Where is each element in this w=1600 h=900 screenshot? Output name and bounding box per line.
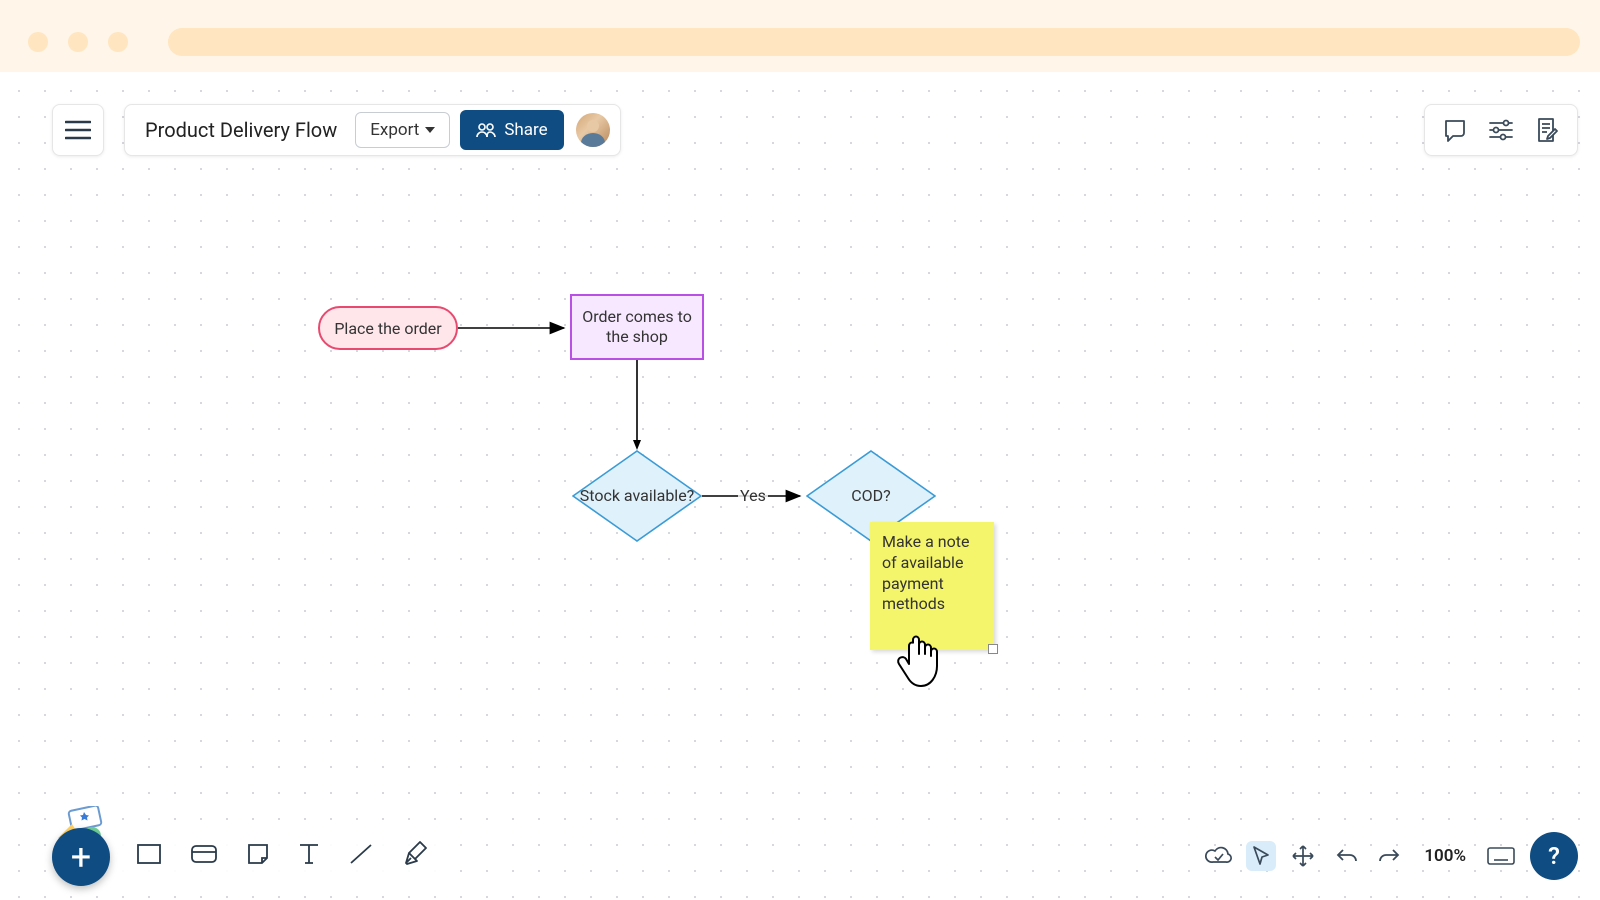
- keyboard-button[interactable]: [1486, 841, 1516, 871]
- node-label: Order comes to the shop: [582, 307, 692, 347]
- line-icon: [348, 842, 374, 866]
- cloud-check-icon: [1205, 846, 1233, 866]
- rectangle-icon: [136, 843, 162, 865]
- decision-node-stock[interactable]: Stock available?: [572, 450, 702, 542]
- pan-tool[interactable]: [1288, 841, 1318, 871]
- node-label: Place the order: [334, 319, 441, 338]
- window-controls: [28, 32, 128, 52]
- top-right-toolbar: [1424, 104, 1578, 156]
- plus-icon: +: [71, 836, 91, 878]
- url-bar: [168, 28, 1580, 56]
- pen-tool[interactable]: [402, 841, 428, 871]
- node-label: Stock available?: [580, 486, 694, 505]
- container-tool[interactable]: [190, 844, 218, 868]
- canvas[interactable]: [0, 72, 1600, 900]
- document-title[interactable]: Product Delivery Flow: [145, 118, 337, 142]
- cursor-hand-icon: [895, 634, 943, 690]
- hamburger-icon: [65, 120, 91, 140]
- pen-icon: [402, 841, 428, 867]
- edge-arrow[interactable]: [458, 320, 574, 340]
- node-label: COD?: [851, 486, 890, 505]
- process-node[interactable]: Order comes to the shop: [570, 294, 704, 360]
- history-tools: [1332, 841, 1404, 871]
- share-label: Share: [504, 120, 547, 140]
- keyboard-icon: [1486, 846, 1516, 866]
- help-label: ?: [1548, 842, 1560, 870]
- edge-label: Yes: [738, 486, 768, 505]
- undo-button[interactable]: [1332, 841, 1362, 871]
- cloud-sync-button[interactable]: [1204, 841, 1234, 871]
- comments-button[interactable]: [1441, 116, 1469, 144]
- sticky-text: Make a note of available payment methods: [882, 532, 969, 613]
- select-tool[interactable]: [1246, 841, 1276, 871]
- line-tool[interactable]: [348, 842, 374, 870]
- move-icon: [1291, 844, 1315, 868]
- undo-icon: [1335, 847, 1359, 865]
- avatar[interactable]: [576, 113, 610, 147]
- menu-button[interactable]: [52, 104, 104, 156]
- sticky-note-icon: [246, 842, 270, 866]
- add-button[interactable]: +: [52, 828, 110, 886]
- share-button[interactable]: Share: [460, 110, 563, 150]
- container-icon: [190, 844, 218, 864]
- export-button[interactable]: Export: [355, 112, 450, 148]
- rectangle-tool[interactable]: [136, 843, 162, 869]
- window-dot: [68, 32, 88, 52]
- cursor-icon: [1251, 845, 1271, 867]
- people-icon: [476, 122, 496, 138]
- text-icon: [298, 842, 320, 866]
- title-bar: Product Delivery Flow Export Share: [124, 104, 621, 156]
- terminator-node[interactable]: Place the order: [318, 306, 458, 350]
- help-button[interactable]: ?: [1530, 832, 1578, 880]
- window-dot: [28, 32, 48, 52]
- edge-arrow[interactable]: [630, 360, 650, 454]
- shapes-toolbar: [118, 832, 446, 880]
- bottom-right-controls: 100% ?: [1204, 832, 1578, 880]
- caret-down-icon: [425, 127, 435, 133]
- zoom-level[interactable]: 100%: [1418, 846, 1472, 866]
- note-edit-icon: [1535, 117, 1559, 143]
- sticky-tool[interactable]: [246, 842, 270, 870]
- export-label: Export: [370, 120, 419, 140]
- settings-button[interactable]: [1487, 116, 1515, 144]
- redo-button[interactable]: [1374, 841, 1404, 871]
- sliders-icon: [1488, 119, 1514, 141]
- chat-bubble-icon: [1442, 117, 1468, 143]
- edit-button[interactable]: [1533, 116, 1561, 144]
- text-tool[interactable]: [298, 842, 320, 870]
- sticky-note[interactable]: Make a note of available payment methods: [870, 522, 994, 650]
- redo-icon: [1377, 847, 1401, 865]
- resize-handle[interactable]: [988, 644, 998, 654]
- view-tools: [1204, 841, 1318, 871]
- browser-chrome: [0, 0, 1600, 72]
- window-dot: [108, 32, 128, 52]
